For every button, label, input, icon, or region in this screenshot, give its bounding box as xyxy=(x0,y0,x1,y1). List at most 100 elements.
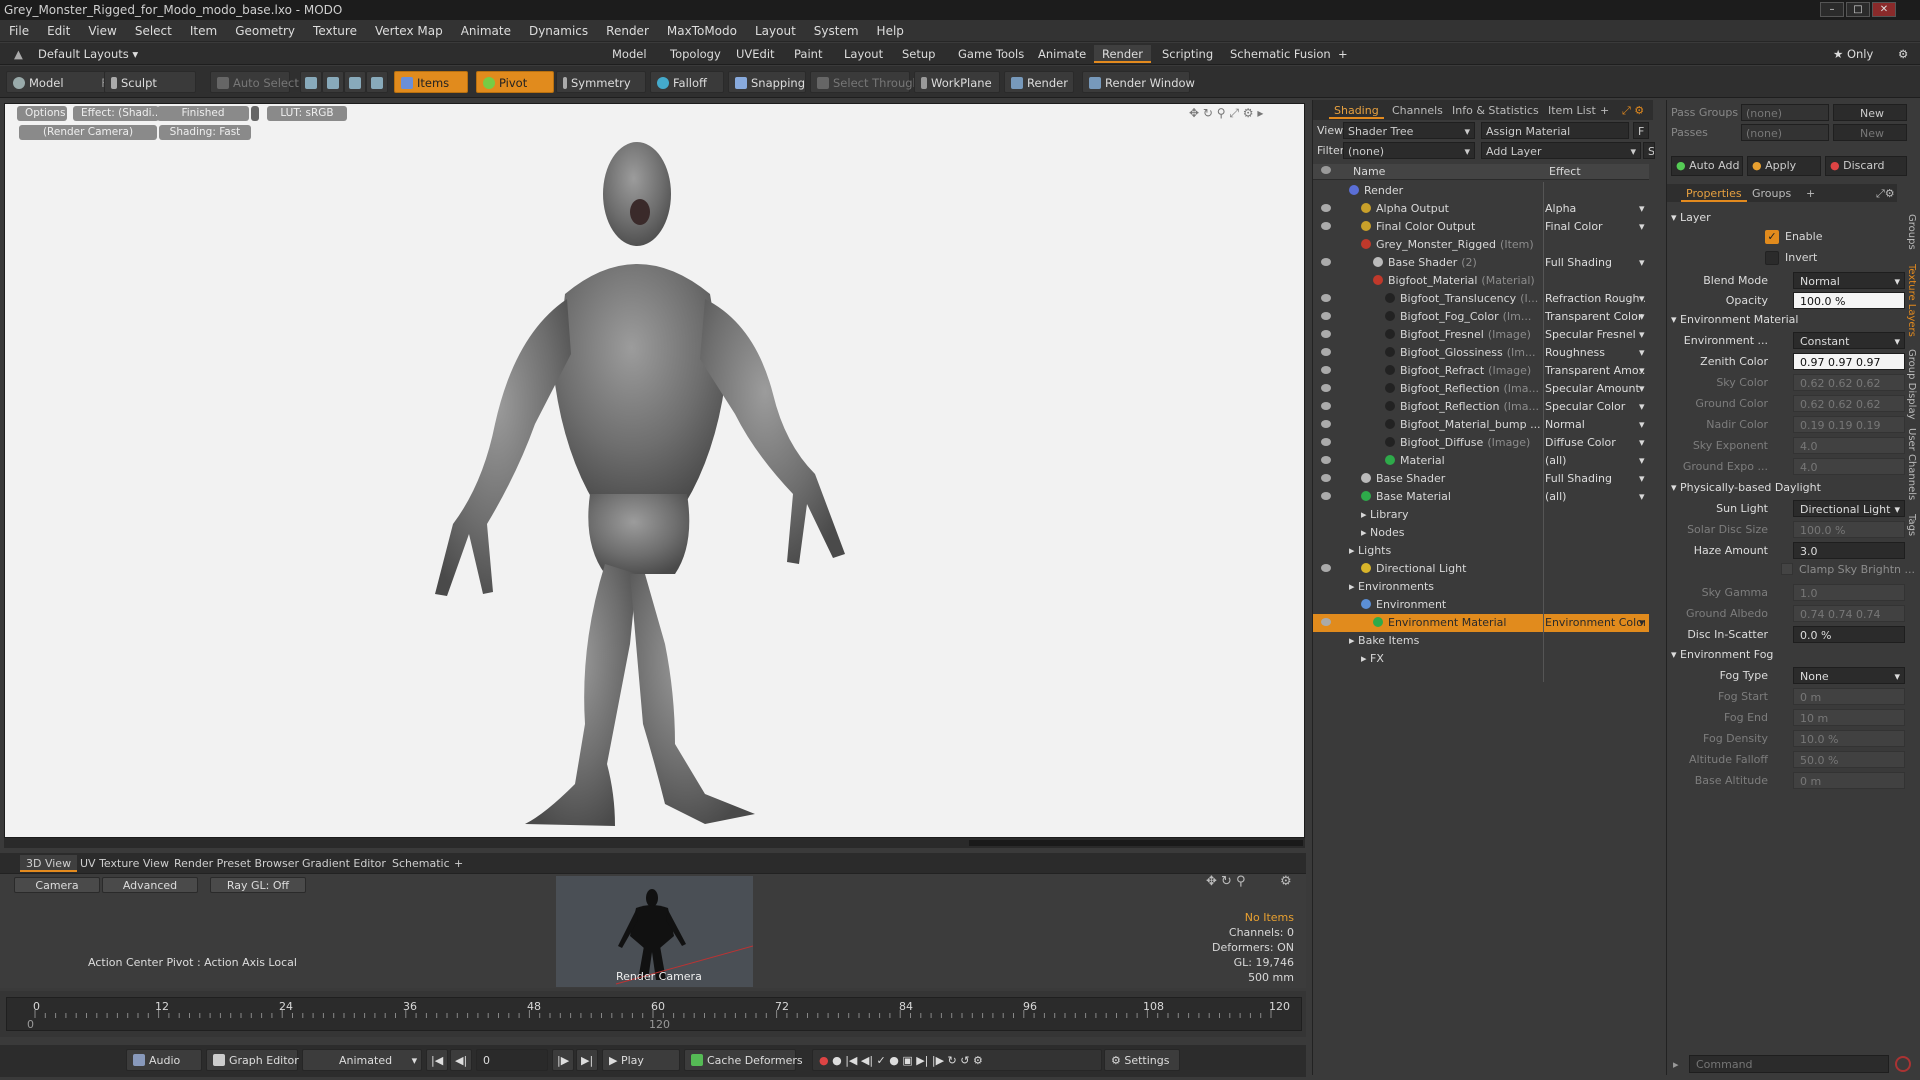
altitude-falloff-field[interactable]: 50.0 % xyxy=(1793,751,1905,768)
visibility-eye-icon[interactable] xyxy=(1321,438,1331,446)
viewport-scrollbar[interactable] xyxy=(4,838,1305,848)
opacity-field[interactable]: 100.0 % xyxy=(1793,292,1905,309)
tree-item-effect[interactable]: Refraction Rough ... xyxy=(1545,290,1645,308)
tab-setup[interactable]: Setup xyxy=(894,45,943,63)
gear-icon[interactable]: ⚙ xyxy=(1890,45,1916,63)
model-mode-button[interactable]: Model F2 xyxy=(6,71,115,93)
menu-file[interactable]: File xyxy=(0,20,38,42)
view-dropdown[interactable]: Shader Tree ▾ xyxy=(1343,122,1475,139)
tab-item-list[interactable]: Item List xyxy=(1543,102,1601,119)
camera-dropdown[interactable]: Camera xyxy=(14,877,100,893)
command-input[interactable] xyxy=(1689,1055,1889,1073)
visibility-eye-icon[interactable] xyxy=(1321,492,1331,500)
menu-view[interactable]: View xyxy=(79,20,125,42)
visibility-eye-icon[interactable] xyxy=(1321,222,1331,230)
layout-selector[interactable]: Default Layouts ▾ xyxy=(30,45,146,63)
menu-render[interactable]: Render xyxy=(597,20,658,42)
fog-density-field[interactable]: 10.0 % xyxy=(1793,730,1905,747)
key-tools-strip[interactable]: ● ● |◀ ◀| ✓ ● ▣ ▶| |▶ ↻ ↺ ⚙ xyxy=(812,1049,1102,1071)
fog-end-field[interactable]: 10 m xyxy=(1793,709,1905,726)
tree-row[interactable]: Bigfoot_Reflection (Ima... Specular Amount… xyxy=(1313,380,1649,398)
effect-chevron-icon[interactable]: ▾ xyxy=(1639,416,1645,434)
effect-chevron-icon[interactable]: ▾ xyxy=(1639,362,1645,380)
tab-gradient-editor[interactable]: Gradient Editor xyxy=(296,855,392,872)
header-eye-icon[interactable] xyxy=(1321,166,1331,174)
sky-exponent-field[interactable]: 4.0 xyxy=(1793,437,1905,454)
visibility-eye-icon[interactable] xyxy=(1321,474,1331,482)
tree-row[interactable]: ▸ Library xyxy=(1313,506,1649,524)
tab-groups[interactable]: Groups xyxy=(1747,185,1796,202)
visibility-eye-icon[interactable] xyxy=(1321,294,1331,302)
render-button[interactable]: Render xyxy=(1004,71,1074,93)
tree-item-effect[interactable]: Environment Color xyxy=(1545,614,1645,632)
menu-geometry[interactable]: Geometry xyxy=(226,20,304,42)
add-panel-tab[interactable]: + xyxy=(1595,102,1614,119)
tree-item-effect[interactable]: (all) xyxy=(1545,452,1645,470)
ground-albedo-field[interactable]: 0.74 0.74 0.74 xyxy=(1793,605,1905,622)
add-bottom-tab[interactable]: + xyxy=(448,855,469,872)
tree-row[interactable]: Final Color Output Final Color ▾ xyxy=(1313,218,1649,236)
tree-row[interactable]: Bigfoot_Reflection (Ima... Specular Color ▾ xyxy=(1313,398,1649,416)
ground-exponent-field[interactable]: 4.0 xyxy=(1793,458,1905,475)
tab-shading[interactable]: Shading xyxy=(1329,102,1384,119)
auto-add-button[interactable]: ● Auto Add xyxy=(1671,156,1743,176)
invert-checkbox[interactable] xyxy=(1765,251,1779,265)
symmetry-button[interactable]: Symmetry xyxy=(556,71,646,93)
viewport-nav-icons[interactable]: ✥ ↻ ⚲ ⤢ ⚙ ▸ xyxy=(1189,106,1263,121)
maximize-icon[interactable]: □ xyxy=(1846,2,1870,17)
visibility-eye-icon[interactable] xyxy=(1321,366,1331,374)
solar-disc-field[interactable]: 100.0 % xyxy=(1793,521,1905,538)
effect-chevron-icon[interactable]: ▾ xyxy=(1639,344,1645,362)
workplane-button[interactable]: WorkPlane xyxy=(914,71,1000,93)
visibility-eye-icon[interactable] xyxy=(1321,618,1331,626)
daylight-section[interactable]: ▾ Physically-based Daylight xyxy=(1671,480,1821,496)
minimize-icon[interactable]: – xyxy=(1820,2,1844,17)
sculpt-button[interactable]: Sculpt xyxy=(104,71,196,93)
tree-row[interactable]: Bigfoot_Fog_Color (Im... Transparent Color… xyxy=(1313,308,1649,326)
effect-chevron-icon[interactable]: ▾ xyxy=(1639,452,1645,470)
tab-3d-view[interactable]: 3D View xyxy=(20,855,78,872)
tree-item-effect[interactable]: Transparent Amo... xyxy=(1545,362,1645,380)
tab-model[interactable]: Model xyxy=(604,45,655,63)
only-button[interactable]: ★ Only xyxy=(1825,45,1881,63)
nadir-color-field[interactable]: 0.19 0.19 0.19 xyxy=(1793,416,1905,433)
tree-item-effect[interactable]: Alpha xyxy=(1545,200,1645,218)
tree-row[interactable]: Bigfoot_Glossiness (Im... Roughness ▾ xyxy=(1313,344,1649,362)
small-view-nav-icons[interactable]: ✥ ↻ ⚲ xyxy=(1206,874,1246,889)
tab-properties[interactable]: Properties xyxy=(1681,185,1747,202)
visibility-eye-icon[interactable] xyxy=(1321,330,1331,338)
tab-info-statistics[interactable]: Info & Statistics xyxy=(1447,102,1544,119)
base-altitude-field[interactable]: 0 m xyxy=(1793,772,1905,789)
expand-icon[interactable]: ▸ xyxy=(1349,544,1358,557)
tab-paint[interactable]: Paint xyxy=(786,45,830,63)
env-material-section[interactable]: ▾ Environment Material xyxy=(1671,312,1798,328)
tree-row[interactable]: Bigfoot_Diffuse (Image) Diffuse Color ▾ xyxy=(1313,434,1649,452)
tree-row[interactable]: Directional Light xyxy=(1313,560,1649,578)
prev-frame-icon[interactable]: ◀| xyxy=(450,1049,472,1071)
tab-uvedit[interactable]: UVEdit xyxy=(728,45,783,63)
tree-row[interactable]: Grey_Monster_Rigged (Item) xyxy=(1313,236,1649,254)
haze-amount-field[interactable]: 3.0 xyxy=(1793,542,1905,559)
expand-icon[interactable]: ▸ xyxy=(1361,526,1370,539)
tree-row[interactable]: ▸ FX xyxy=(1313,650,1649,668)
effect-chevron-icon[interactable]: ▾ xyxy=(1639,290,1645,308)
tree-row[interactable]: ▸ Bake Items xyxy=(1313,632,1649,650)
blend-mode-dropdown[interactable]: Normal ▾ xyxy=(1793,272,1905,289)
play-button[interactable]: ▶ Play xyxy=(602,1049,680,1071)
effect-chevron-icon[interactable]: ▾ xyxy=(1639,614,1645,632)
tree-row[interactable]: Environment xyxy=(1313,596,1649,614)
audio-button[interactable]: Audio xyxy=(126,1049,202,1071)
fog-start-field[interactable]: 0 m xyxy=(1793,688,1905,705)
visibility-eye-icon[interactable] xyxy=(1321,402,1331,410)
add-props-tab[interactable]: + xyxy=(1801,185,1820,202)
tree-row[interactable]: Base Shader Full Shading ▾ xyxy=(1313,470,1649,488)
viewport-scroll-thumb[interactable] xyxy=(969,840,1303,846)
assign-material-button[interactable]: Assign Material xyxy=(1481,122,1629,139)
auto-select-button[interactable]: Auto Select xyxy=(210,71,299,93)
tree-row[interactable]: Bigfoot_Fresnel (Image) Specular Fresnel ▾ xyxy=(1313,326,1649,344)
tab-channels[interactable]: Channels xyxy=(1387,102,1448,119)
items-mode-button[interactable]: Items xyxy=(394,71,468,93)
tab-render-preset-browser[interactable]: Render Preset Browser xyxy=(168,855,305,872)
settings-button[interactable]: ⚙ Settings xyxy=(1104,1049,1180,1071)
tree-row[interactable]: Bigfoot_Material (Material) xyxy=(1313,272,1649,290)
